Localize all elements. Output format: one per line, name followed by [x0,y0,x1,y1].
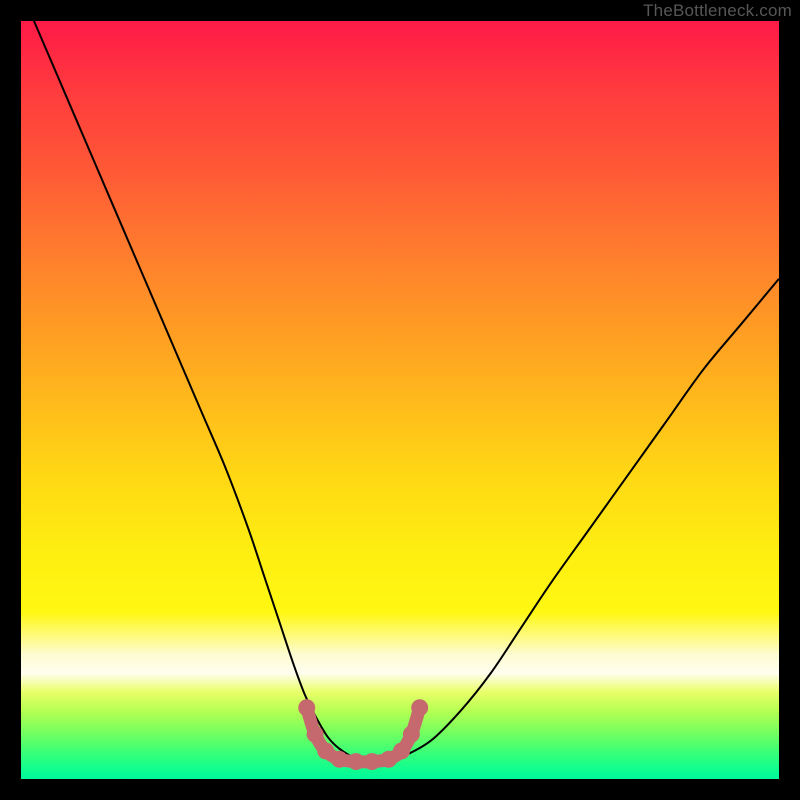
optimal-marker [298,699,315,716]
optimal-marker [403,726,420,743]
optimal-marker [363,753,380,770]
bottleneck-curve-svg [21,21,779,779]
chart-frame: TheBottleneck.com [0,0,800,800]
optimal-marker [348,753,365,770]
optimal-marker [331,751,348,768]
bottleneck-curve [21,21,779,762]
optimal-marker [393,742,410,759]
attribution-watermark: TheBottleneck.com [643,1,792,21]
optimal-marker [411,699,428,716]
plot-area [21,21,779,779]
optimal-marker [307,726,324,743]
